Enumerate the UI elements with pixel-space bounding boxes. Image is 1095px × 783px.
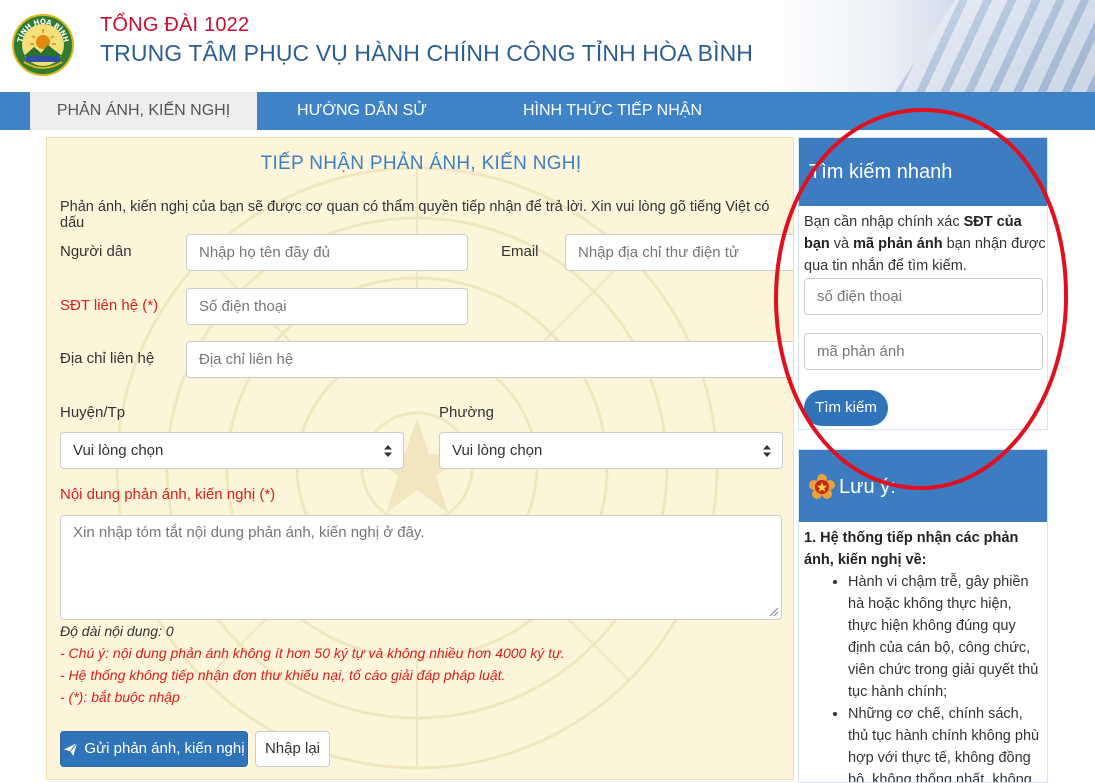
- note-required-rule: - (*): bắt buộc nhập: [60, 689, 180, 705]
- notice-panel: Lưu ý: 1. Hệ thống tiếp nhận các phản án…: [798, 449, 1048, 783]
- content-label: Nội dung phản ánh, kiến nghị (*): [60, 486, 276, 503]
- email-input[interactable]: Nhập địa chỉ thư điện tử: [565, 234, 793, 271]
- ward-select-value: Vui lòng chọn: [452, 442, 543, 459]
- note-length-rule: - Chú ý: nội dung phản ánh không ít hơn …: [60, 645, 565, 661]
- site-title: TRUNG TÂM PHỤC VỤ HÀNH CHÍNH CÔNG TỈNH H…: [100, 40, 754, 66]
- quick-search-description: Bạn cần nhập chính xác SĐT của bạn và mã…: [804, 214, 1046, 274]
- select-caret-icon: [763, 445, 771, 457]
- phone-label: SĐT liên hệ (*): [60, 297, 159, 314]
- notice-header: Lưu ý:: [799, 450, 1047, 522]
- form-title: TIẾP NHẬN PHẢN ÁNH, KIẾN NGHỊ: [260, 153, 582, 174]
- hotline-text: TỔNG ĐÀI 1022: [100, 14, 250, 36]
- phone-input[interactable]: Số điện thoại: [186, 288, 468, 325]
- quick-search-panel: Tìm kiếm nhanh Bạn cần nhập chính xác SĐ…: [798, 137, 1048, 430]
- site-header: TỈNH HÒA BÌNH TỔNG ĐÀI 1022 TRUNG TÂM PH…: [0, 0, 1095, 92]
- feedback-form-panel: TIẾP NHẬN PHẢN ÁNH, KIẾN NGHỊ Phản ánh, …: [46, 137, 794, 780]
- search-button[interactable]: Tìm kiếm: [804, 390, 888, 426]
- content-placeholder: Xin nhập tóm tắt nội dung phản ánh, kiến…: [73, 524, 425, 541]
- notice-item: Những cơ chế, chính sách, thủ tục hành c…: [848, 703, 1040, 782]
- resize-grip-icon[interactable]: [769, 607, 779, 617]
- flower-emblem-icon: [809, 474, 835, 499]
- search-phone-input[interactable]: số điện thoại: [804, 278, 1043, 315]
- select-caret-icon: [384, 445, 392, 457]
- length-counter: Độ dài nội dung: 0: [60, 623, 174, 639]
- notice-title: Lưu ý:: [839, 476, 896, 498]
- address-label: Địa chỉ liên hệ: [60, 350, 155, 367]
- send-icon: [64, 742, 78, 756]
- nav-item-feedback[interactable]: PHẢN ÁNH, KIẾN NGHỊ: [30, 92, 257, 130]
- quick-search-title: Tìm kiếm nhanh: [809, 161, 953, 183]
- submit-feedback-label: Gửi phản ánh, kiến nghị: [84, 740, 245, 757]
- note-complaint-rule: - Hệ thống không tiếp nhận đơn thư khiếu…: [60, 667, 506, 683]
- district-select-value: Vui lòng chọn: [73, 442, 164, 459]
- form-intro-text: Phản ánh, kiến nghị của bạn sẽ được cơ q…: [60, 199, 770, 231]
- ward-select[interactable]: Vui lòng chọn: [439, 432, 783, 469]
- reset-button[interactable]: Nhập lại: [255, 731, 330, 767]
- email-label: Email: [501, 243, 539, 260]
- notice-item: Hành vi chậm trễ, gây phiền hà hoặc khôn…: [848, 571, 1040, 703]
- main-nav: PHẢN ÁNH, KIẾN NGHỊ HƯỚNG DẪN SỬ DỤNG HÌ…: [0, 92, 1095, 157]
- ward-label: Phường: [439, 404, 494, 421]
- content-textarea[interactable]: Xin nhập tóm tắt nội dung phản ánh, kiến…: [60, 515, 782, 620]
- notice-body: 1. Hệ thống tiếp nhận các phản ánh, kiến…: [804, 527, 1040, 782]
- district-label: Huyện/Tp: [60, 404, 126, 421]
- header-banner-image: [765, 0, 1095, 92]
- search-code-input[interactable]: mã phản ánh: [804, 333, 1043, 370]
- nav-item-guide[interactable]: HƯỚNG DẪN SỬ DỤNG: [272, 92, 452, 157]
- quick-search-header: Tìm kiếm nhanh: [799, 138, 1047, 206]
- name-label: Người dân: [60, 243, 132, 260]
- nav-item-channels[interactable]: HÌNH THỨC TIẾP NHẬN: [520, 92, 705, 130]
- district-select[interactable]: Vui lòng chọn: [60, 432, 404, 469]
- name-input[interactable]: Nhập họ tên đầy đủ: [186, 234, 468, 271]
- province-logo-icon[interactable]: TỈNH HÒA BÌNH: [12, 14, 74, 76]
- notice-heading: 1. Hệ thống tiếp nhận các phản ánh, kiến…: [804, 530, 1019, 568]
- address-input[interactable]: Địa chỉ liên hệ: [186, 341, 793, 378]
- submit-feedback-button[interactable]: Gửi phản ánh, kiến nghị: [60, 731, 248, 767]
